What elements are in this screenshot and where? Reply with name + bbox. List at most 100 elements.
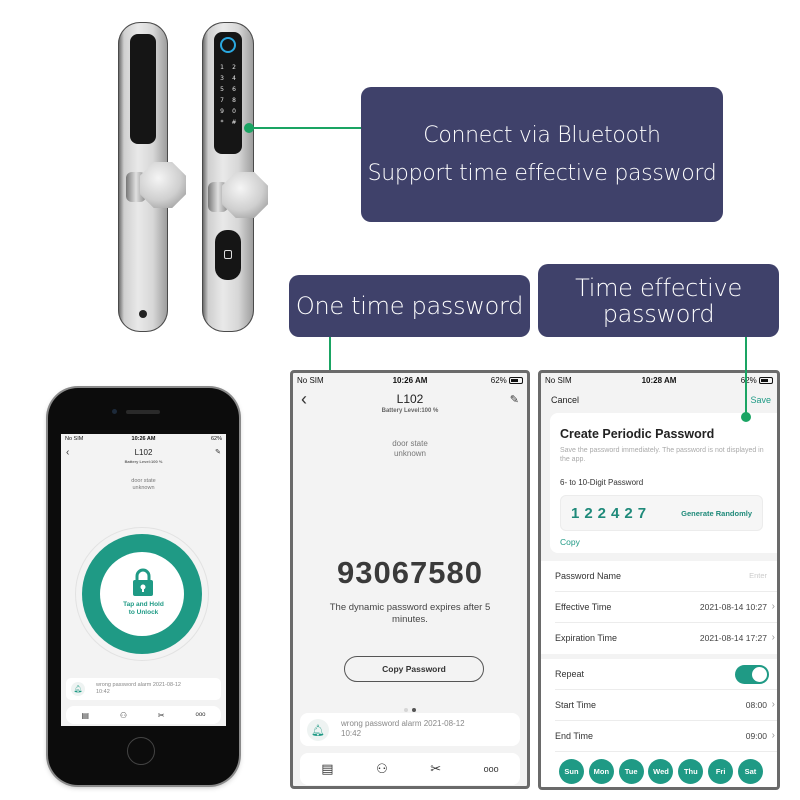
bell-icon: 🔔︎ — [71, 682, 85, 696]
tab-bar: ▤ ⚇ ✂︎ ooo — [300, 753, 520, 785]
battery-percent: 62% — [210, 436, 222, 442]
records-icon[interactable]: ▤ — [321, 761, 333, 777]
generate-randomly-button[interactable]: Generate Randomly — [681, 509, 752, 518]
battery-status: 62% — [491, 376, 523, 385]
day-wed[interactable]: Wed — [648, 759, 674, 784]
password-name-input[interactable]: Enter — [749, 571, 767, 580]
leader-line-time-effective — [745, 337, 747, 415]
iphone-mockup: No SIM 10:26 AM 62% ‹ ✎ L102 Battery Lev… — [48, 388, 239, 785]
callout-time-effective-line2: password — [602, 299, 715, 328]
row-label: Expiration Time — [555, 633, 618, 643]
callout-time-effective-line1: Time effective — [575, 273, 742, 302]
row-password-name[interactable]: Password Name Enter — [555, 561, 777, 592]
tools-icon[interactable]: ✂︎ — [158, 711, 165, 720]
alarm-message: wrong password alarm 2021-08-12 — [341, 719, 465, 728]
door-state-value: unknown — [132, 484, 155, 491]
callout-bluetooth-line1: Connect via Bluetooth — [423, 122, 661, 148]
chevron-right-icon: › — [771, 730, 775, 741]
time-settings-list: Password Name Enter Effective Time 2021-… — [541, 561, 777, 654]
callout-bluetooth-line2: Support time effective password — [367, 160, 717, 186]
alarm-message: wrong password alarm 2021-08-12 — [96, 682, 181, 688]
password-card: Create Periodic Password Save the passwo… — [550, 413, 777, 553]
battery-level: Battery Level:100 % — [124, 459, 163, 464]
callout-bluetooth: Connect via Bluetooth Support time effec… — [361, 87, 723, 222]
callout-one-time-password-label: One time password — [295, 292, 524, 320]
periodic-password-screen: No SIM 10:28 AM 62% Cancel Save Create P… — [538, 370, 780, 790]
repeat-toggle[interactable] — [735, 665, 769, 684]
smart-lock-back-view — [118, 22, 188, 332]
alarm-notification[interactable]: 🔔︎ wrong password alarm 2021-08-12 10:42 — [66, 678, 221, 700]
callout-time-effective-password: Time effective password — [538, 264, 779, 337]
user-icon[interactable]: ⚇ — [376, 761, 388, 777]
records-icon[interactable]: ▤ — [81, 711, 89, 720]
one-time-password-screen: No SIM 10:26 AM 62% ‹ ✎ L102 Battery Lev… — [290, 370, 530, 789]
battery-percent: 62% — [490, 376, 507, 385]
row-end-time[interactable]: End Time 09:00 › — [555, 721, 777, 752]
save-button[interactable]: Save — [750, 395, 771, 405]
row-expiration-time[interactable]: Expiration Time 2021-08-14 17:27 › — [555, 623, 777, 654]
page-dot-1[interactable] — [404, 708, 408, 712]
chevron-right-icon: › — [771, 601, 775, 612]
keypad: 12 34 56 78 90 * # — [220, 64, 237, 126]
door-state-label: door state — [131, 478, 156, 484]
home-screen: No SIM 10:26 AM 62% ‹ ✎ L102 Battery Lev… — [61, 434, 226, 726]
card-reader — [215, 230, 241, 280]
more-icon[interactable]: ooo — [484, 764, 499, 774]
day-mon[interactable]: Mon — [588, 759, 614, 784]
row-start-time[interactable]: Start Time 08:00 › — [555, 690, 777, 721]
alarm-text: wrong password alarm 2021-08-12 10:42 — [96, 682, 181, 695]
more-icon[interactable]: ooo — [196, 712, 206, 718]
copy-link[interactable]: Copy — [560, 537, 580, 547]
row-label: Repeat — [555, 669, 585, 679]
home-button[interactable] — [127, 737, 155, 765]
day-sun[interactable]: Sun — [559, 759, 584, 784]
password-value: 122427 — [571, 505, 652, 522]
alarm-notification[interactable]: 🔔︎ wrong password alarm 2021-08-12 10:42 — [300, 713, 520, 746]
status-bar: No SIM 10:26 AM 62% — [293, 373, 527, 389]
unlock-label: Tap and Hold to Unlock — [61, 601, 226, 618]
unlock-label-line1: Tap and Hold — [123, 601, 164, 608]
day-tue[interactable]: Tue — [618, 759, 644, 784]
fingerprint-sensor — [220, 37, 236, 53]
smart-lock-front-view: 12 34 56 78 90 * # — [202, 22, 282, 332]
leader-dot-time-effective — [741, 412, 751, 422]
user-icon[interactable]: ⚇ — [120, 711, 127, 720]
row-value: 09:00 — [745, 731, 767, 741]
row-value: 2021-08-14 10:27 — [699, 602, 767, 612]
cancel-button[interactable]: Cancel — [551, 395, 579, 405]
row-label: Effective Time — [555, 602, 612, 612]
tab-bar: ▤ ⚇ ✂︎ ooo — [66, 706, 221, 724]
day-sat[interactable]: Sat — [737, 759, 763, 784]
door-state: door state unknown — [293, 439, 527, 459]
lock-name: L102 — [134, 448, 153, 457]
day-fri[interactable]: Fri — [708, 759, 734, 784]
repeat-settings-list: Repeat Start Time 08:00 › End Time 09:00… — [541, 659, 777, 787]
row-label: Start Time — [555, 700, 597, 710]
chevron-right-icon: › — [771, 632, 775, 643]
door-state-value: unknown — [393, 449, 427, 458]
unlock-label-line2: to Unlock — [128, 609, 159, 617]
nav-bar: Cancel Save — [541, 389, 777, 411]
bell-icon: 🔔︎ — [307, 719, 329, 741]
row-effective-time[interactable]: Effective Time 2021-08-14 10:27 › — [555, 592, 777, 623]
tools-icon[interactable]: ✂︎ — [430, 761, 441, 777]
door-state: door state unknown — [61, 478, 226, 492]
front-camera — [112, 409, 117, 414]
page-dot-2[interactable] — [412, 708, 416, 712]
copy-password-button[interactable]: Copy Password — [344, 656, 484, 682]
lock-name: L102 — [396, 392, 424, 406]
row-value: 08:00 — [745, 700, 767, 710]
door-state-label: door state — [392, 439, 428, 448]
earpiece — [126, 410, 160, 414]
day-thu[interactable]: Thu — [678, 759, 704, 784]
alarm-text: wrong password alarm 2021-08-12 10:42 — [341, 719, 465, 738]
battery-icon — [759, 377, 773, 384]
leader-line-bluetooth — [249, 127, 361, 129]
battery-level: Battery Level:100 % — [381, 408, 439, 414]
row-value: 2021-08-14 17:27 — [699, 633, 767, 643]
password-field[interactable]: 122427 Generate Randomly — [560, 495, 763, 531]
battery-percent: 62% — [740, 376, 757, 385]
alarm-time: 10:42 — [96, 688, 110, 695]
padlock-icon — [133, 568, 153, 596]
row-label: End Time — [555, 731, 594, 741]
